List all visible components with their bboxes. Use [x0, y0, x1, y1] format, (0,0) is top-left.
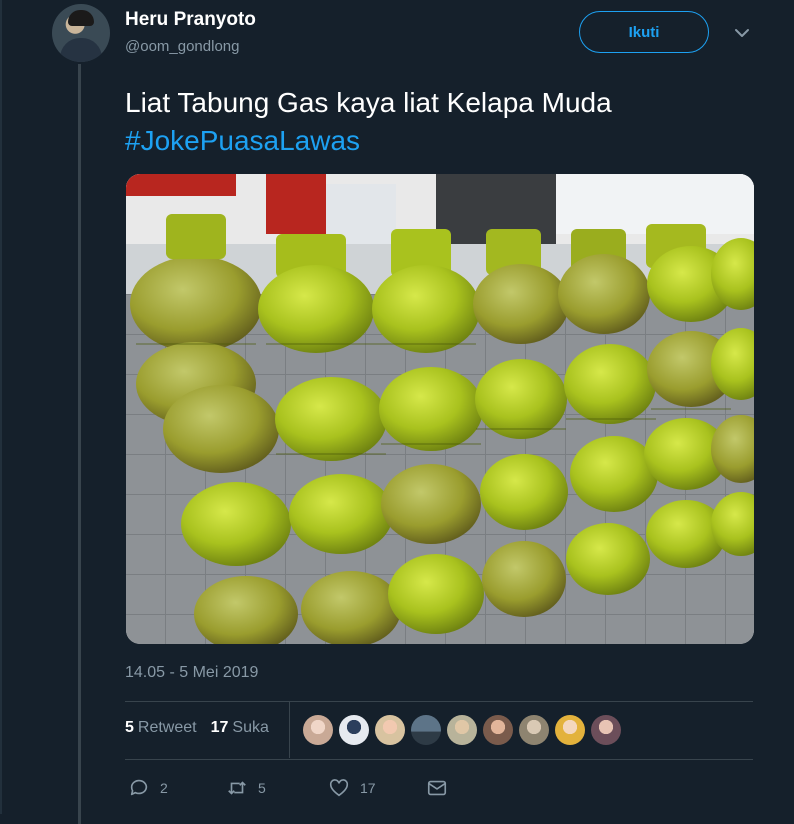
- tweet-timestamp[interactable]: 14.05 - 5 Mei 2019: [125, 664, 258, 682]
- like-stat-label: Suka: [232, 719, 269, 736]
- liker-avatar[interactable]: [411, 715, 441, 745]
- retweet-count: 5: [258, 780, 266, 796]
- retweet-stat[interactable]: 5 Retweet: [125, 719, 197, 737]
- heart-icon: [329, 779, 349, 797]
- tweet-actions: 2 5 17: [128, 777, 448, 799]
- tweet-stats: 5 Retweet 17 Suka: [125, 719, 269, 737]
- retweet-button[interactable]: 5: [226, 777, 328, 799]
- like-stat[interactable]: 17 Suka: [211, 719, 269, 737]
- tweet-text: Liat Tabung Gas kaya liat Kelapa Muda #J…: [125, 84, 765, 160]
- reply-count: 2: [160, 780, 168, 796]
- liker-avatar[interactable]: [339, 715, 369, 745]
- liker-avatar[interactable]: [303, 715, 333, 745]
- author-name[interactable]: Heru Pranyoto: [125, 9, 256, 31]
- tweet-text-line: Liat Tabung Gas kaya liat Kelapa Muda: [125, 87, 612, 118]
- retweet-icon: [228, 781, 246, 795]
- like-stat-count: 17: [210, 719, 229, 736]
- message-button[interactable]: [426, 777, 448, 799]
- chevron-down-icon[interactable]: [733, 24, 751, 42]
- likers-avatars: [303, 715, 621, 745]
- liker-avatar[interactable]: [375, 715, 405, 745]
- envelope-icon: [427, 780, 447, 796]
- like-count: 17: [360, 780, 376, 796]
- hashtag-link[interactable]: #JokePuasaLawas: [125, 122, 765, 160]
- author-avatar[interactable]: [52, 4, 110, 62]
- thread-line: [78, 64, 81, 824]
- tweet-photo[interactable]: [126, 174, 754, 644]
- author-handle[interactable]: @oom_gondlong: [125, 38, 239, 55]
- reply-button[interactable]: 2: [128, 777, 226, 799]
- column-border: [0, 0, 2, 814]
- liker-avatar[interactable]: [591, 715, 621, 745]
- liker-avatar[interactable]: [519, 715, 549, 745]
- liker-avatar[interactable]: [483, 715, 513, 745]
- follow-button[interactable]: Ikuti: [579, 11, 709, 53]
- like-button[interactable]: 17: [328, 777, 426, 799]
- divider: [125, 701, 753, 702]
- retweet-stat-label: Retweet: [137, 719, 197, 736]
- liker-avatar[interactable]: [447, 715, 477, 745]
- liker-avatar[interactable]: [555, 715, 585, 745]
- stat-separator: [289, 702, 290, 758]
- reply-icon: [130, 779, 148, 796]
- retweet-stat-count: 5: [125, 719, 134, 736]
- divider: [125, 759, 753, 760]
